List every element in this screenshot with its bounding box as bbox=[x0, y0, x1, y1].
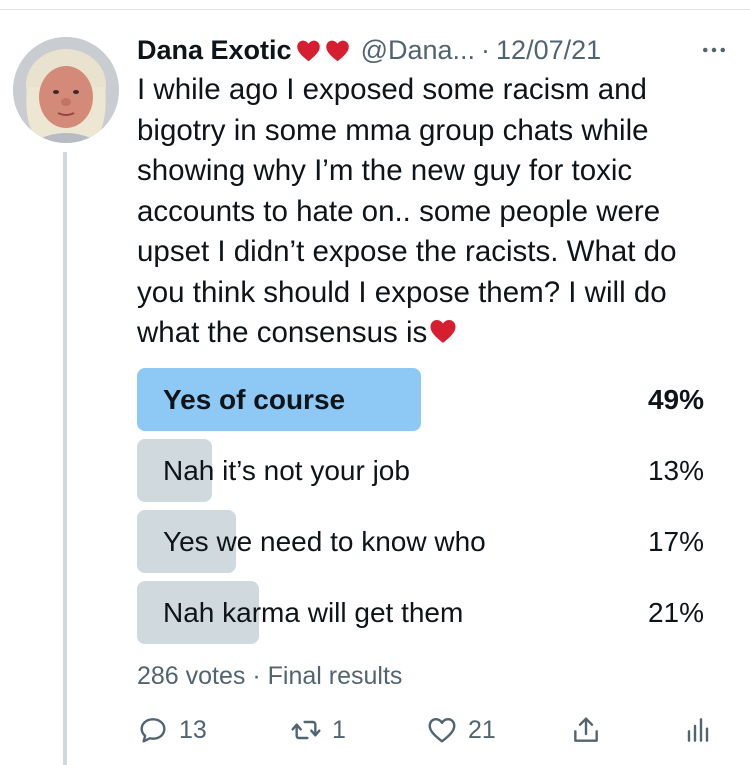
poll-option: Yes of course 49% bbox=[137, 368, 717, 431]
heart-icon bbox=[296, 40, 320, 61]
retweet-button[interactable]: 1 bbox=[290, 705, 346, 755]
poll-option-label: Nah karma will get them bbox=[163, 597, 464, 628]
heart-icon bbox=[430, 320, 456, 343]
poll-option: Nah karma will get them 21% bbox=[137, 581, 717, 644]
user-handle[interactable]: @Dana... bbox=[361, 35, 475, 66]
poll-option-label: Yes we need to know who bbox=[163, 526, 486, 557]
thread-line bbox=[63, 152, 67, 765]
tweet-date[interactable]: 12/07/21 bbox=[496, 35, 601, 66]
poll-option-percent: 49% bbox=[647, 384, 704, 415]
like-icon bbox=[428, 718, 456, 743]
poll-status: Final results bbox=[267, 662, 403, 690]
poll-option-percent: 13% bbox=[647, 455, 704, 486]
like-count: 21 bbox=[468, 715, 496, 744]
tweet-body: I while ago I exposed some racism and bi… bbox=[137, 73, 677, 349]
action-bar: 13 1 21 bbox=[137, 705, 717, 755]
more-options-button[interactable] bbox=[699, 30, 729, 70]
heart-icon bbox=[325, 40, 349, 61]
poll-meta: 286 votes · Final results bbox=[137, 662, 402, 691]
name-hearts bbox=[295, 37, 351, 64]
reply-icon bbox=[140, 718, 166, 743]
tweet-text: I while ago I exposed some racism and bi… bbox=[137, 70, 732, 354]
poll-option-percent: 17% bbox=[647, 526, 704, 557]
retweet-count: 1 bbox=[332, 715, 346, 744]
reply-count: 13 bbox=[179, 715, 207, 744]
poll-option-label: Nah it’s not your job bbox=[163, 455, 410, 486]
share-icon bbox=[574, 717, 598, 742]
top-divider bbox=[0, 9, 750, 10]
poll-meta-separator: · bbox=[252, 662, 261, 690]
display-name[interactable]: Dana Exotic bbox=[137, 35, 292, 66]
poll-option-percent: 21% bbox=[647, 597, 704, 628]
header-separator: · bbox=[481, 34, 491, 65]
poll-option: Nah it’s not your job 13% bbox=[137, 439, 717, 502]
poll-vote-count: 286 votes bbox=[137, 662, 246, 690]
like-button[interactable]: 21 bbox=[426, 705, 496, 755]
tweet-header: Dana Exotic @Dana... · 12/07/21 bbox=[137, 30, 737, 70]
reply-button[interactable]: 13 bbox=[137, 705, 207, 755]
share-button[interactable] bbox=[570, 705, 602, 755]
analytics-button[interactable] bbox=[681, 705, 713, 755]
avatar-image bbox=[13, 37, 119, 143]
poll: Yes of course 49% Nah it’s not your job … bbox=[137, 368, 717, 652]
poll-option-label: Yes of course bbox=[163, 384, 346, 415]
retweet-icon bbox=[291, 720, 321, 740]
analytics-icon bbox=[687, 718, 709, 742]
more-icon bbox=[703, 47, 725, 53]
avatar[interactable] bbox=[13, 37, 119, 143]
poll-option: Yes we need to know who 17% bbox=[137, 510, 717, 573]
